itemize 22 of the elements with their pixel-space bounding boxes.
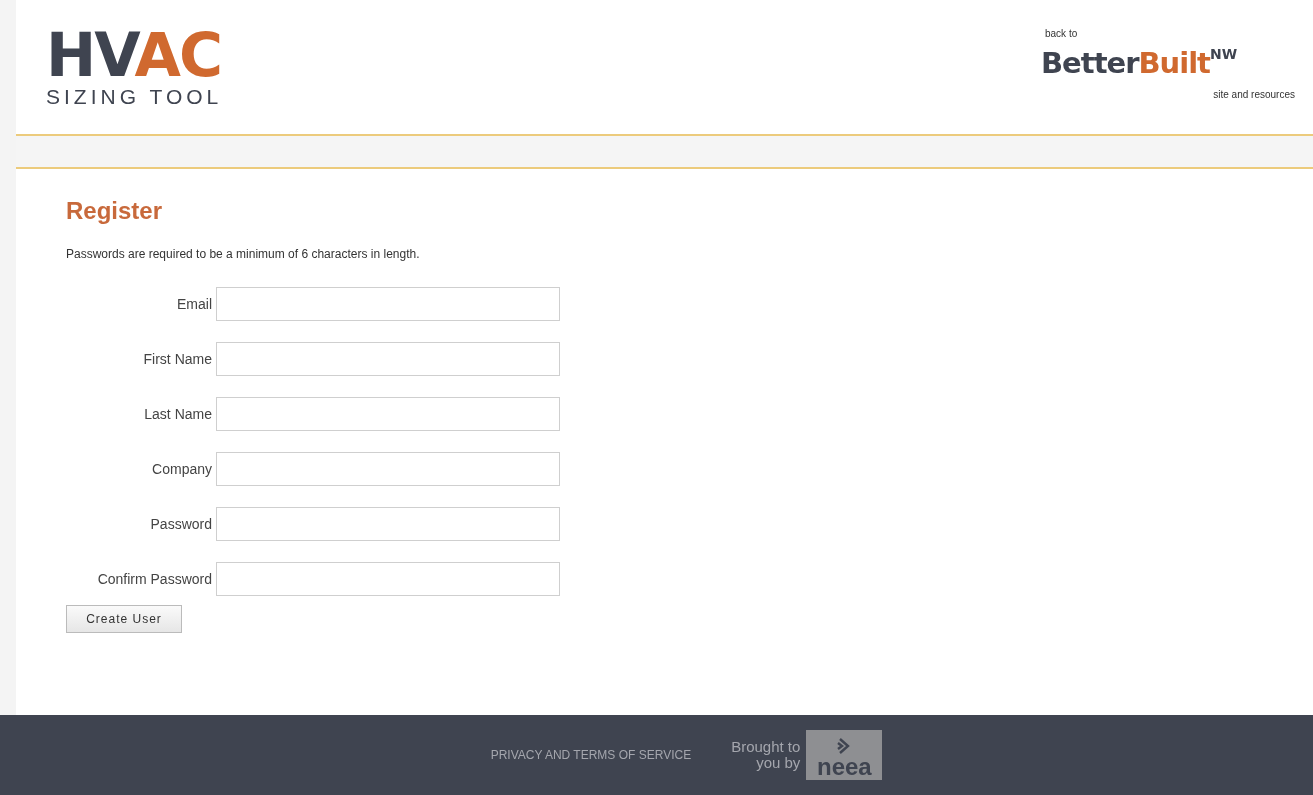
field-label: Last Name bbox=[143, 406, 212, 422]
input-field[interactable] bbox=[216, 507, 560, 541]
hvac-logo[interactable]: HVAC SIZING TOOL bbox=[46, 27, 223, 109]
input-field[interactable] bbox=[216, 562, 560, 596]
input-field[interactable] bbox=[216, 342, 560, 376]
field-label: Email bbox=[176, 296, 212, 312]
input-field[interactable] bbox=[216, 287, 560, 321]
site-resources-text: site and resources bbox=[1213, 89, 1295, 100]
field-label: Password bbox=[149, 516, 212, 532]
chevron-icon bbox=[837, 738, 852, 754]
input-field[interactable] bbox=[216, 397, 560, 431]
input-field[interactable] bbox=[216, 452, 560, 486]
page-title: Register bbox=[66, 197, 164, 225]
create-user-button[interactable]: Create User bbox=[66, 605, 182, 633]
field-label: Company bbox=[151, 461, 212, 477]
betterbuilt-logo-link[interactable]: BetterBuilt$^{NW}$ bbox=[1041, 43, 1240, 83]
field-label: First Name bbox=[142, 351, 212, 367]
credit-text: Brought to you by bbox=[731, 739, 801, 771]
password-note: Passwords are required to be a minimum of 6 characters in length. bbox=[66, 247, 421, 261]
field-label: Confirm Password bbox=[96, 571, 212, 587]
back-to-text: back to bbox=[1045, 28, 1079, 39]
privacy-terms-link[interactable]: PRIVACY AND TERMS OF SERVICE bbox=[490, 748, 692, 762]
